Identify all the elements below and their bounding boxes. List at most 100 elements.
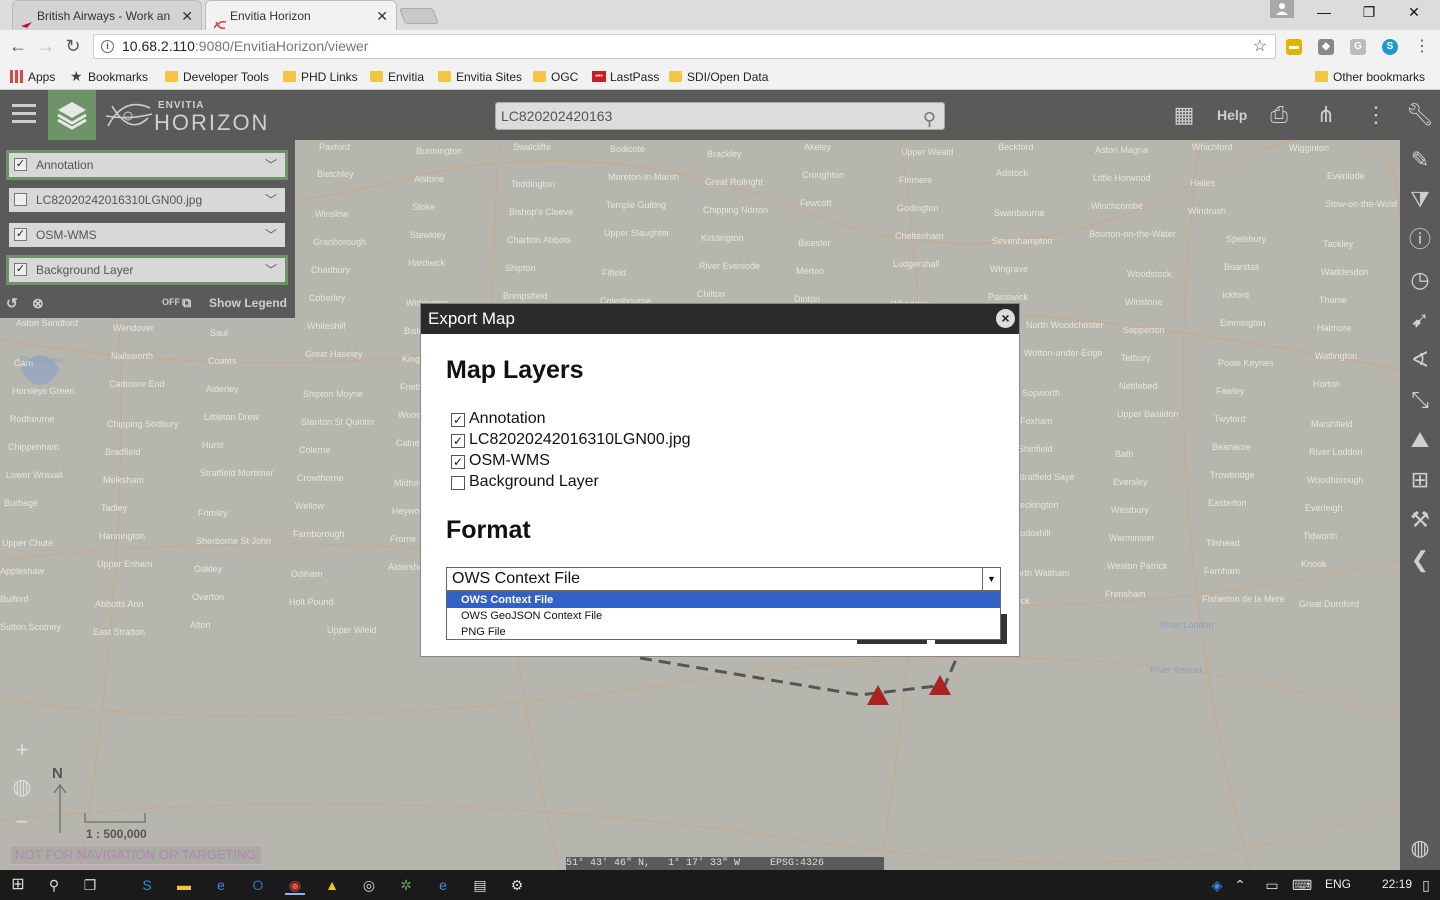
tray-chevron-icon[interactable]: ⌃ [1230,875,1250,895]
select-pointer-icon[interactable]: ➹ [1405,305,1435,335]
export-layer-osm-wms[interactable]: ✓ OSM-WMS [451,451,550,471]
globe-home-icon[interactable]: ◍ [10,775,34,799]
restore-icon[interactable]: ❐ [1359,4,1379,21]
internet-explorer-icon[interactable]: e [433,875,453,895]
chevron-down-icon[interactable]: ﹀ [265,188,277,212]
bookmark-star-icon[interactable]: ☆ [1253,35,1267,58]
export-layer-annotation[interactable]: ✓ Annotation [451,409,546,429]
app-icon[interactable]: ⚙︎ [507,875,527,895]
reload-icon[interactable]: ↻ [63,36,83,57]
extension-icon[interactable]: ◆ [1318,39,1334,55]
route-icon[interactable]: ⤡ [1405,385,1435,415]
chevron-down-icon[interactable]: ﹀ [265,223,277,247]
info-icon[interactable]: i [101,40,114,53]
bookmark-envitia[interactable]: Envitia [370,68,424,86]
forward-icon[interactable]: → [36,36,56,57]
minimize-icon[interactable]: — [1314,4,1334,20]
terrain-icon[interactable]: ⛰︎ [1405,425,1435,455]
route-marker-icon[interactable] [929,675,951,695]
layer-row-lc-image[interactable]: LC82020242016310LGN00.jpg ﹀ [6,185,288,215]
format-option[interactable]: OWS GeoJSON Context File [447,608,1000,624]
binoculars-icon[interactable]: ⊞ [1405,465,1435,495]
globe-icon[interactable]: ◍ [1405,833,1435,863]
battery-icon[interactable]: ▭ [1262,875,1282,895]
legend-toggle[interactable]: OFF [162,297,180,307]
clock[interactable]: 22:19 [1382,877,1412,891]
bookmark-sdi-open-data[interactable]: SDI/Open Data [669,68,768,86]
print-icon[interactable]: ⎙ [1264,102,1294,128]
reset-icon[interactable]: ↺ [6,295,18,312]
tray-icon[interactable]: ◈ [1207,875,1227,895]
bookmark-developer-tools[interactable]: Developer Tools [165,68,269,86]
windows-start-icon[interactable]: ⊞ [8,875,28,895]
tab-british-airways[interactable]: British Airways - Work an ✕ [12,0,202,30]
search-input[interactable]: LC820202420163 ⚲ [495,102,945,130]
export-layer-checkbox[interactable] [451,476,465,490]
drive-icon[interactable]: ▲ [322,875,342,895]
format-select[interactable]: OWS Context File ▼ [446,567,1001,591]
layer-checkbox[interactable]: ✓ [14,228,27,241]
format-option[interactable]: PNG File [447,624,1000,640]
layer-checkbox[interactable]: ✓ [14,158,27,171]
app-icon[interactable]: ◎ [359,875,379,895]
zoom-out-icon[interactable]: − [10,810,34,834]
layer-checkbox[interactable] [14,193,27,206]
app-icon[interactable]: ▤ [470,875,490,895]
zoom-in-icon[interactable]: + [10,738,34,762]
profile-icon[interactable] [1270,0,1294,18]
edge-icon[interactable]: e [211,875,231,895]
layer-row-osm-wms[interactable]: ✓ OSM-WMS ﹀ [6,220,288,250]
filter-icon[interactable]: ⧩ [1405,185,1435,215]
bookmark-lastpass[interactable]: ••• LastPass [592,68,659,86]
file-explorer-icon[interactable]: ▬ [174,875,194,895]
keyboard-icon[interactable]: ⌨ [1292,875,1312,895]
bookmark-bookmarks[interactable]: ★ Bookmarks [70,68,148,86]
history-clock-icon[interactable]: ◷ [1405,265,1435,295]
bookmark-phd-links[interactable]: PHD Links [283,68,358,86]
search-icon[interactable]: ⚲ [923,106,936,132]
info-icon[interactable]: ⓘ [1405,225,1435,255]
route-marker-icon[interactable] [867,685,889,705]
help-button[interactable]: Help [1217,107,1247,123]
url-field[interactable]: i 10.68.2.110:9080/EnvitiaHorizon/viewer… [93,34,1276,59]
remove-all-icon[interactable]: ⊗ [32,295,44,312]
back-icon[interactable]: ← [8,36,28,57]
layer-checkbox[interactable]: ✓ [14,263,27,276]
table-grid-icon[interactable]: ▦ [1169,102,1199,128]
notifications-icon[interactable]: ▯ [1416,875,1436,895]
app-icon[interactable]: ✲ [396,875,416,895]
chrome-icon[interactable]: ◉ [285,875,305,895]
layer-row-background[interactable]: ✓ Background Layer ﹀ [6,255,288,285]
show-legend-label[interactable]: Show Legend [209,296,287,310]
dropdown-arrow-icon[interactable]: ▼ [982,568,1000,590]
measure-angle-icon[interactable]: ∢ [1405,345,1435,375]
hamburger-menu-icon[interactable] [12,104,36,124]
skype-extension-icon[interactable]: S [1382,39,1398,55]
extension-icon[interactable]: ▬ [1286,39,1302,55]
export-layer-checkbox[interactable]: ✓ [451,413,465,427]
skype-taskbar-icon[interactable]: S [137,875,157,895]
bookmark-apps[interactable]: Apps [10,68,55,86]
share-icon[interactable]: ⋔ [1311,102,1341,128]
tools-icon[interactable]: ⚒︎ [1405,505,1435,535]
language-indicator[interactable]: ENG [1325,877,1351,891]
menu-kebab-icon[interactable]: ⋮ [1412,36,1432,56]
bookmark-envitia-sites[interactable]: Envitia Sites [438,68,522,86]
bookmark-ogc[interactable]: OGC [533,68,578,86]
extension-icon[interactable]: G [1350,39,1366,55]
new-tab-button[interactable] [399,8,439,24]
collapse-left-icon[interactable]: ❮ [1405,545,1435,575]
chevron-down-icon[interactable]: ﹀ [265,258,277,282]
task-view-icon[interactable]: ❐ [80,875,100,895]
tab-close-icon[interactable]: ✕ [376,1,388,30]
outlook-icon[interactable]: O [248,875,268,895]
edit-icon[interactable]: ✎ [1405,145,1435,175]
bookmark-other-bookmarks[interactable]: Other bookmarks [1315,68,1425,86]
export-layer-background[interactable]: Background Layer [451,472,599,492]
chevron-down-icon[interactable]: ﹀ [265,153,277,177]
tab-envitia-horizon[interactable]: Envitia Horizon ✕ [205,0,397,30]
format-option[interactable]: OWS Context File [447,592,1000,608]
more-kebab-icon[interactable]: ⋮ [1361,102,1391,128]
export-layer-checkbox[interactable]: ✓ [451,455,465,469]
tab-close-icon[interactable]: ✕ [181,1,193,30]
